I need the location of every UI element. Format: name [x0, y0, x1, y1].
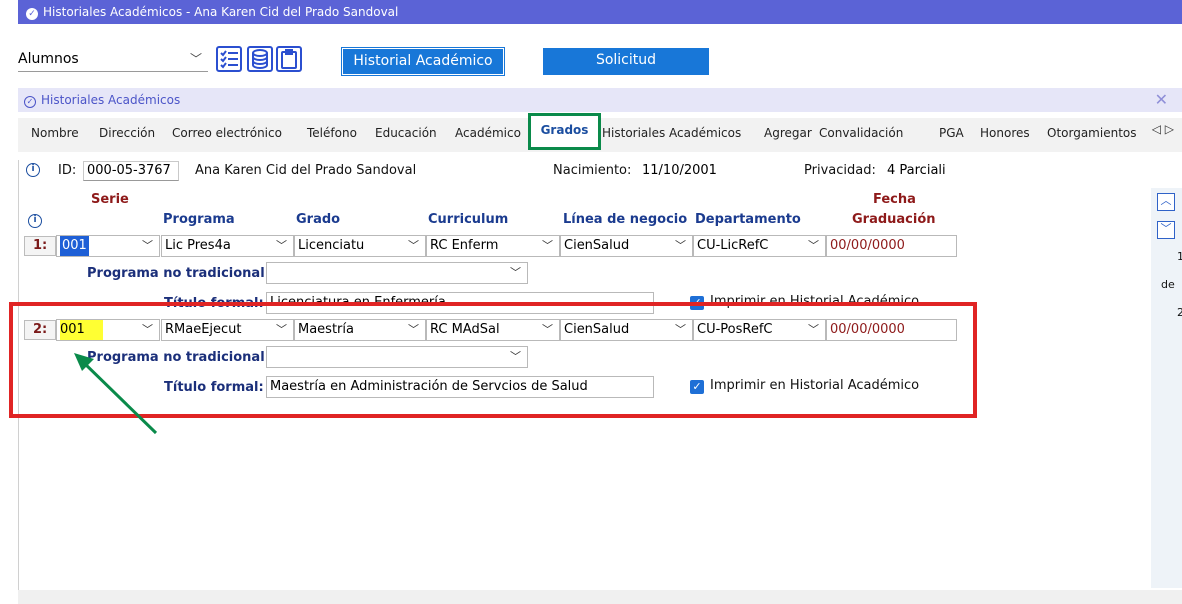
student-name: Ana Karen Cid del Prado Sandoval — [195, 163, 417, 178]
database-button[interactable] — [247, 46, 273, 72]
chevron-up-icon[interactable]: ︿ — [1157, 193, 1175, 211]
tab-historiales[interactable]: Historiales Académicos — [602, 126, 741, 140]
list-view-button[interactable] — [216, 46, 242, 72]
tab-otorgamientos[interactable]: Otorgamientos — [1047, 126, 1137, 140]
module-select-value: Alumnos — [18, 51, 79, 67]
form-logo-icon: ✓ — [24, 96, 36, 108]
row-1-programa-value: Lic Pres4a — [165, 238, 231, 253]
chevron-down-icon: ﹀ — [408, 239, 419, 252]
row-1-programa-select[interactable]: Lic Pres4a ﹀ — [161, 235, 294, 257]
tab-pga[interactable]: PGA — [939, 126, 964, 140]
birth-label: Nacimiento: — [553, 163, 632, 178]
tab-grados[interactable]: Grados — [528, 113, 601, 150]
solicitud-button[interactable]: Solicitud — [543, 48, 709, 75]
close-icon[interactable]: ✕ — [1155, 88, 1168, 112]
header-serie: Serie — [91, 192, 129, 207]
tab-educacion[interactable]: Educación — [375, 126, 437, 140]
chevron-down-icon: ﹀ — [675, 239, 686, 252]
tab-bar: Nombre Dirección Correo electrónico Telé… — [18, 113, 1182, 152]
tab-academico[interactable]: Académico — [455, 126, 521, 140]
birth-date-field[interactable]: 11/10/2001 — [642, 161, 742, 181]
chevron-down-icon: ﹀ — [142, 239, 153, 252]
tab-direccion[interactable]: Dirección — [99, 126, 155, 140]
grid-info-icon[interactable]: i — [28, 214, 42, 228]
historial-academico-button[interactable]: Historial Académico — [341, 47, 505, 76]
header-linea-negocio: Línea de negocio — [563, 212, 688, 227]
privacy-label: Privacidad: — [804, 163, 876, 178]
database-icon — [252, 49, 268, 69]
header-programa: Programa — [163, 212, 235, 227]
app-logo-icon: ✓ — [26, 8, 38, 20]
id-label: ID: — [58, 163, 77, 178]
info-icon[interactable]: i — [26, 163, 40, 177]
row-1-departamento-value: CU-LicRefC — [697, 238, 769, 253]
row-1-programa-no-trad-label: Programa no tradicional: — [87, 266, 270, 281]
header-fecha: Fecha — [873, 192, 916, 207]
header-curriculum: Curriculum — [428, 212, 509, 227]
row-1-grado-value: Licenciatu — [298, 238, 365, 253]
row-1-departamento-select[interactable]: CU-LicRefC ﹀ — [693, 235, 826, 257]
header-graduacion: Graduación — [852, 212, 936, 227]
window-title-bar: ✓ Historiales Académicos - Ana Karen Cid … — [18, 0, 1182, 24]
row-1-curriculum-value: RC Enferm — [430, 238, 499, 253]
tab-scroll-arrows[interactable]: ◁ ▷ — [1152, 122, 1174, 136]
chevron-down-icon[interactable]: ﹀ — [1157, 221, 1175, 239]
clipboard-icon — [281, 49, 297, 69]
record-current: 1 — [1177, 250, 1182, 263]
record-of: de — [1161, 278, 1175, 291]
checklist-icon — [220, 50, 238, 69]
row-1-fecha-field[interactable]: 00/00/0000 — [826, 235, 957, 257]
chevron-down-icon: ﹀ — [808, 239, 819, 252]
annotation-green-arrow — [74, 353, 158, 435]
chevron-down-icon: ﹀ — [542, 239, 553, 252]
tab-honores[interactable]: Honores — [980, 126, 1030, 140]
record-total: 2 — [1177, 306, 1182, 319]
tab-convalidacion[interactable]: Convalidación — [819, 126, 903, 140]
privacy-field[interactable]: 4 Parciali — [887, 161, 987, 181]
window-title: Historiales Académicos - Ana Karen Cid d… — [43, 5, 399, 19]
row-1-serie-value: 001 — [60, 236, 89, 256]
form-title: Historiales Académicos — [41, 93, 181, 107]
row-1-number[interactable]: 1: — [24, 236, 56, 256]
tab-correo[interactable]: Correo electrónico — [172, 126, 282, 140]
status-bar — [18, 590, 1182, 604]
tab-nombre[interactable]: Nombre — [31, 126, 79, 140]
row-1-linea-value: CienSalud — [564, 238, 630, 253]
clipboard-button[interactable] — [276, 46, 302, 72]
module-select[interactable]: Alumnos ﹀ — [18, 46, 208, 72]
row-1-grado-select[interactable]: Licenciatu ﹀ — [294, 235, 426, 257]
chevron-down-icon: ﹀ — [189, 52, 202, 66]
id-field[interactable]: 000-05-3767 — [83, 161, 179, 181]
chevron-down-icon: ﹀ — [276, 239, 287, 252]
record-navigator: ︿ ﹀ 1 de 2 — [1151, 188, 1182, 588]
row-1-serie-select[interactable]: 001 ﹀ — [56, 235, 160, 257]
chevron-down-icon: ﹀ — [510, 266, 521, 279]
row-1-programa-no-trad-select[interactable]: ﹀ — [266, 262, 528, 284]
tab-telefono[interactable]: Teléfono — [307, 126, 357, 140]
tab-agregar[interactable]: Agregar — [764, 126, 812, 140]
header-grado: Grado — [296, 212, 341, 227]
row-1-linea-select[interactable]: CienSalud ﹀ — [560, 235, 693, 257]
form-header: ✓ Historiales Académicos ✕ — [18, 88, 1182, 112]
row-1-curriculum-select[interactable]: RC Enferm ﹀ — [426, 235, 560, 257]
header-departamento: Departamento — [695, 212, 801, 227]
